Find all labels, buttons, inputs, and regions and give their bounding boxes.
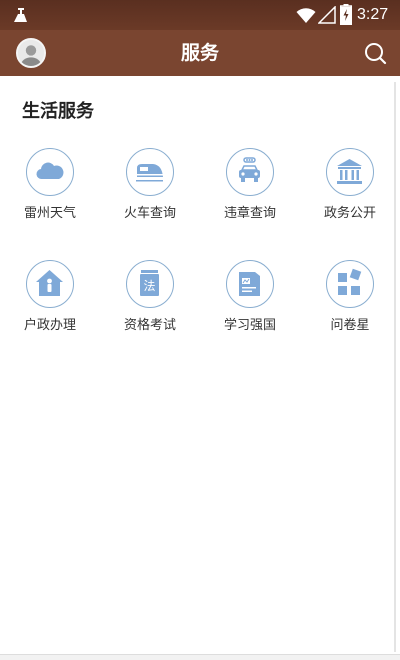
service-icon-ring (26, 260, 74, 308)
clock-time: 3:27 (357, 6, 389, 23)
service-icon-ring (26, 148, 74, 196)
section-title: 生活服务 (22, 101, 94, 122)
service-icon-ring (326, 148, 374, 196)
government-building-icon (337, 159, 362, 184)
service-icon-ring (326, 260, 374, 308)
service-study[interactable]: 学习强国 (200, 260, 300, 350)
battery-charging-icon (340, 4, 352, 25)
status-bar: 3:27 (0, 0, 400, 30)
service-label: 户政办理 (23, 318, 76, 333)
law-book-icon: 法 (140, 270, 159, 296)
service-label: 雷州天气 (23, 206, 76, 221)
survey-grid-icon (338, 268, 362, 295)
service-government-affairs[interactable]: 政务公开 (300, 148, 400, 238)
cleaner-icon (14, 8, 27, 22)
cloud-icon (36, 162, 64, 180)
service-icon-ring: 法 (126, 260, 174, 308)
service-weather[interactable]: 雷州天气 (0, 148, 100, 238)
bottom-nav-edge (0, 654, 400, 660)
service-label: 政务公开 (323, 206, 376, 221)
car-icon (239, 157, 260, 182)
service-household[interactable]: 户政办理 (0, 260, 100, 350)
svg-text:法: 法 (143, 279, 155, 293)
app-header: 服务 (0, 30, 400, 76)
household-icon (36, 270, 63, 296)
wifi-icon (296, 8, 316, 23)
study-book-icon (239, 272, 260, 296)
service-train[interactable]: 火车查询 (100, 148, 200, 238)
service-survey[interactable]: 问卷星 (300, 260, 400, 350)
service-icon-ring (226, 148, 274, 196)
service-label: 违章查询 (223, 206, 276, 221)
service-traffic-violation[interactable]: 违章查询 (200, 148, 300, 238)
search-icon[interactable] (362, 40, 388, 66)
page-title: 服务 (180, 42, 219, 64)
service-label: 学习强国 (223, 318, 276, 333)
service-icon-ring (226, 260, 274, 308)
service-qualification-exam[interactable]: 法 资格考试 (100, 260, 200, 350)
service-label: 问卷星 (330, 318, 370, 333)
signal-icon (318, 6, 336, 24)
service-label: 资格考试 (123, 318, 176, 333)
service-label: 火车查询 (123, 206, 176, 221)
service-icon-ring (126, 148, 174, 196)
train-icon (136, 164, 163, 182)
